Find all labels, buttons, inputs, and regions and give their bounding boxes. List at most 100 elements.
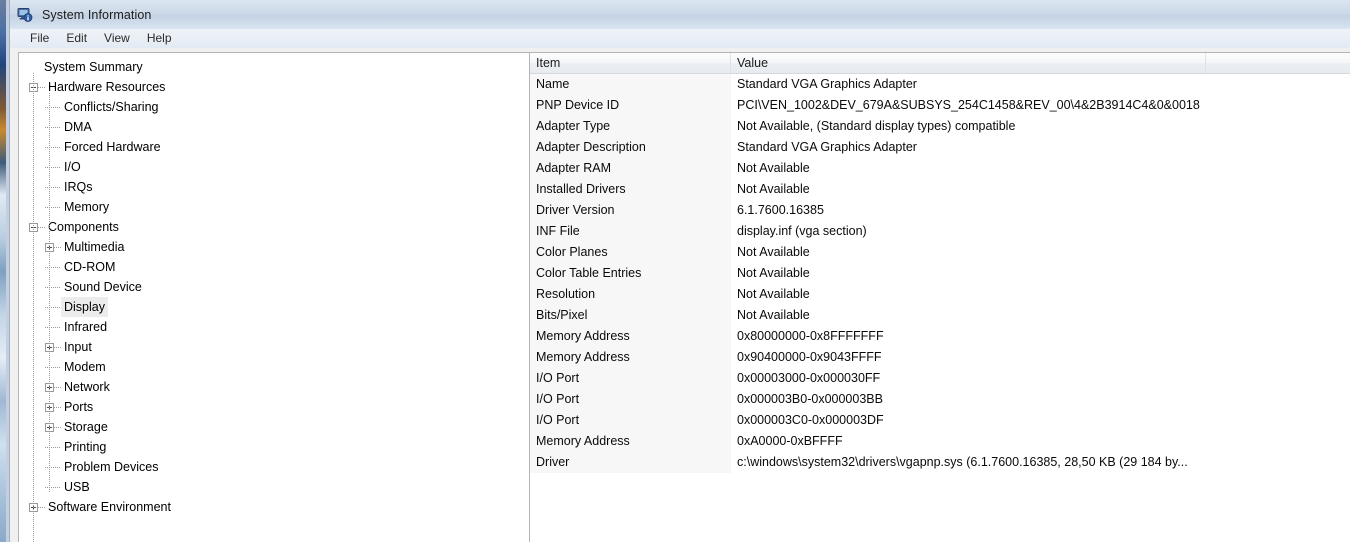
tree-connector-line xyxy=(45,146,61,148)
window-title: System Information xyxy=(42,7,152,22)
details-cell-value: 0x000003C0-0x000003DF xyxy=(737,413,884,427)
column-header-blank[interactable] xyxy=(1206,53,1350,73)
tree-item-hardware-resources[interactable]: Hardware Resources xyxy=(19,77,529,97)
menu-help[interactable]: Help xyxy=(139,30,180,47)
system-information-icon xyxy=(17,7,33,23)
tree-item-label: Problem Devices xyxy=(64,460,159,474)
tree-connector-line xyxy=(45,466,61,468)
tree-item-printing[interactable]: Printing xyxy=(19,437,529,457)
system-information-window: System Information File Edit View Help S… xyxy=(0,0,1350,542)
menu-file[interactable]: File xyxy=(22,30,57,47)
details-cell-item: Memory Address xyxy=(536,329,630,343)
tree-connector-line xyxy=(38,506,45,508)
tree-item-problem-devices[interactable]: Problem Devices xyxy=(19,457,529,477)
tree-item-modem[interactable]: Modem xyxy=(19,357,529,377)
tree-connector-line xyxy=(45,286,61,288)
menu-view[interactable]: View xyxy=(96,30,138,47)
tree-guide-line-root xyxy=(33,73,34,542)
tree-item-multimedia[interactable]: Multimedia xyxy=(19,237,529,257)
menu-bar: File Edit View Help xyxy=(10,29,1350,48)
tree-item-software-environment[interactable]: Software Environment xyxy=(19,497,529,517)
tree-item-sound-device[interactable]: Sound Device xyxy=(19,277,529,297)
tree-connector-line xyxy=(45,186,61,188)
details-cell-item: Driver Version xyxy=(536,203,615,217)
details-cell-value: Standard VGA Graphics Adapter xyxy=(737,77,917,91)
tree-item-label: Forced Hardware xyxy=(64,140,161,154)
tree-item-input[interactable]: Input xyxy=(19,337,529,357)
details-cell-item: Bits/Pixel xyxy=(536,308,588,322)
tree-item-infrared[interactable]: Infrared xyxy=(19,317,529,337)
details-cell-item: I/O Port xyxy=(536,371,580,385)
tree-connector-line xyxy=(45,206,61,208)
tree-guide-line-hardware xyxy=(49,93,50,233)
tree-item-components[interactable]: Components xyxy=(19,217,529,237)
tree-connector-line xyxy=(45,306,61,308)
column-header-value[interactable]: Value xyxy=(731,53,1206,73)
details-cell-item: I/O Port xyxy=(536,413,580,427)
details-row[interactable]: INF File display.inf (vga section) xyxy=(530,221,1350,242)
details-cell-value: 6.1.7600.16385 xyxy=(737,203,824,217)
tree-item-dma[interactable]: DMA xyxy=(19,117,529,137)
details-row[interactable]: Adapter Description Standard VGA Graphics… xyxy=(530,137,1350,158)
details-row[interactable]: Color Table Entries Not Available xyxy=(530,263,1350,284)
details-row[interactable]: Installed Drivers Not Available xyxy=(530,179,1350,200)
details-cell-item: INF File xyxy=(536,224,580,238)
tree-guide-line-components xyxy=(49,233,50,493)
tree-item-label: IRQs xyxy=(64,180,93,194)
details-row[interactable]: I/O Port 0x00003000-0x000030FF xyxy=(530,368,1350,389)
details-cell-item: Name xyxy=(536,77,570,91)
column-header-item[interactable]: Item xyxy=(530,53,731,73)
tree-item-cd-rom[interactable]: CD-ROM xyxy=(19,257,529,277)
tree-item-irqs[interactable]: IRQs xyxy=(19,177,529,197)
details-row[interactable]: Bits/Pixel Not Available xyxy=(530,305,1350,326)
details-row[interactable]: I/O Port 0x000003B0-0x000003BB xyxy=(530,389,1350,410)
details-row[interactable]: PNP Device ID PCI\VEN_1002&DEV_679A&SUBSY… xyxy=(530,95,1350,116)
details-row[interactable]: Driver c:\windows\system32\drivers\vgapnp… xyxy=(530,452,1350,473)
navigation-tree-panel[interactable]: System Summary Hardware Resources Conflict… xyxy=(18,52,530,542)
tree-item-label: I/O xyxy=(64,160,81,174)
details-list-panel[interactable]: Item Value Name Standard VGA Graphics Ada… xyxy=(529,52,1350,542)
details-row[interactable]: Name Standard VGA Graphics Adapter xyxy=(530,74,1350,95)
details-row[interactable]: Adapter RAM Not Available xyxy=(530,158,1350,179)
details-row[interactable]: Driver Version 6.1.7600.16385 xyxy=(530,200,1350,221)
navigation-tree: System Summary Hardware Resources Conflict… xyxy=(19,53,529,542)
tree-connector-line xyxy=(45,366,61,368)
tree-item-display[interactable]: Display xyxy=(19,297,529,317)
details-cell-value: c:\windows\system32\drivers\vgapnp.sys (… xyxy=(737,455,1188,469)
tree-item-network[interactable]: Network xyxy=(19,377,529,397)
details-cell-value: 0x80000000-0x8FFFFFFF xyxy=(737,329,884,343)
details-cell-value: Not Available xyxy=(737,182,810,196)
details-row[interactable]: Color Planes Not Available xyxy=(530,242,1350,263)
details-cell-value: Not Available xyxy=(737,266,810,280)
title-bar[interactable]: System Information xyxy=(10,0,1350,29)
details-row[interactable]: Adapter Type Not Available, (Standard dis… xyxy=(530,116,1350,137)
tree-item-conflicts-sharing[interactable]: Conflicts/Sharing xyxy=(19,97,529,117)
tree-item-memory[interactable]: Memory xyxy=(19,197,529,217)
tree-item-i-o[interactable]: I/O xyxy=(19,157,529,177)
menu-edit[interactable]: Edit xyxy=(58,30,95,47)
details-cell-value: Not Available xyxy=(737,287,810,301)
details-row[interactable]: I/O Port 0x000003C0-0x000003DF xyxy=(530,410,1350,431)
details-row[interactable]: Resolution Not Available xyxy=(530,284,1350,305)
tree-item-label: Ports xyxy=(64,400,94,414)
details-row[interactable]: Memory Address 0xA0000-0xBFFFF xyxy=(530,431,1350,452)
details-cell-item: Driver xyxy=(536,455,570,469)
details-cell-item: Resolution xyxy=(536,287,596,301)
client-area: System Summary Hardware Resources Conflict… xyxy=(10,48,1350,542)
tree-item-storage[interactable]: Storage xyxy=(19,417,529,437)
tree-connector-line xyxy=(45,326,61,328)
tree-item-label: CD-ROM xyxy=(64,260,116,274)
details-row[interactable]: Memory Address 0x90400000-0x9043FFFF xyxy=(530,347,1350,368)
details-cell-item: Color Table Entries xyxy=(536,266,642,280)
tree-connector-line xyxy=(45,486,61,488)
details-cell-value: Not Available, (Standard display types) … xyxy=(737,119,1016,133)
tree-item-label: Printing xyxy=(64,440,107,454)
tree-item-ports[interactable]: Ports xyxy=(19,397,529,417)
details-cell-value: PCI\VEN_1002&DEV_679A&SUBSYS_254C1458&RE… xyxy=(737,98,1200,112)
tree-item-forced-hardware[interactable]: Forced Hardware xyxy=(19,137,529,157)
tree-connector-line xyxy=(54,386,61,388)
details-cell-value: 0x000003B0-0x000003BB xyxy=(737,392,883,406)
tree-item-usb[interactable]: USB xyxy=(19,477,529,497)
details-row[interactable]: Memory Address 0x80000000-0x8FFFFFFF xyxy=(530,326,1350,347)
tree-item-system-summary[interactable]: System Summary xyxy=(19,57,529,77)
